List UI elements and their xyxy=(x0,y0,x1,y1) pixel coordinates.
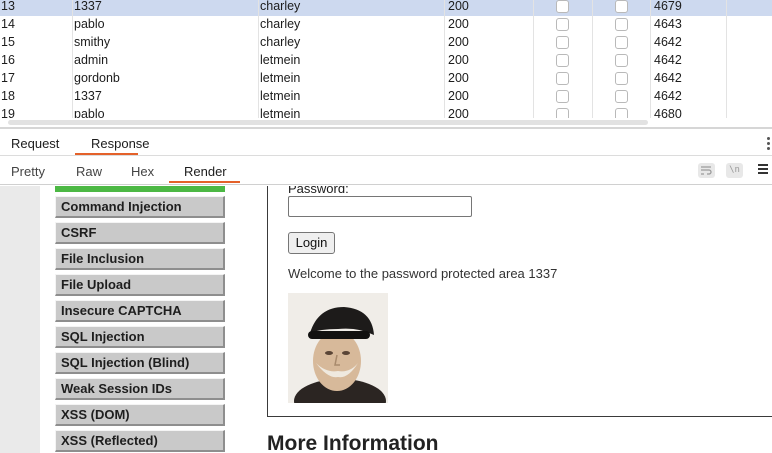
timeout-checkbox[interactable] xyxy=(615,90,628,103)
menu-item-xss-dom[interactable]: XSS (DOM) xyxy=(55,404,225,426)
error-checkbox[interactable] xyxy=(556,108,569,118)
more-options-icon[interactable] xyxy=(767,137,770,151)
menu-item-sql-injection-blind[interactable]: SQL Injection (Blind) xyxy=(55,352,225,374)
menu-item-csrf[interactable]: CSRF xyxy=(55,222,225,244)
table-row[interactable]: 13 1337 charley 200 4679 xyxy=(0,0,772,16)
row-length: 4642 xyxy=(654,71,682,85)
row-username: gordonb xyxy=(74,71,120,85)
row-password: charley xyxy=(260,17,301,31)
timeout-checkbox[interactable] xyxy=(615,108,628,118)
menu-item-sql-injection[interactable]: SQL Injection xyxy=(55,326,225,348)
row-username: pablo xyxy=(74,17,105,31)
row-length: 4680 xyxy=(654,107,682,118)
menu-item-insecure-captcha[interactable]: Insecure CAPTCHA xyxy=(55,300,225,322)
error-checkbox[interactable] xyxy=(556,0,569,13)
row-index: 17 xyxy=(1,71,15,85)
menu-item-command-injection[interactable]: Command Injection xyxy=(55,196,225,218)
more-information-heading: More Information xyxy=(267,432,439,453)
timeout-checkbox[interactable] xyxy=(615,54,628,67)
row-index: 19 xyxy=(1,107,15,118)
row-status: 200 xyxy=(448,0,469,13)
active-menu-item[interactable] xyxy=(55,186,225,192)
table-row[interactable]: 14 pablo charley 200 4643 xyxy=(0,16,772,34)
response-view-tabs: Pretty Raw Hex Render \n xyxy=(0,157,772,185)
row-length: 4679 xyxy=(654,0,682,13)
error-checkbox[interactable] xyxy=(556,90,569,103)
rendered-response: Command Injection CSRF File Inclusion File … xyxy=(0,186,772,453)
table-row[interactable]: 16 admin letmein 200 4642 xyxy=(0,52,772,70)
user-avatar-image xyxy=(288,293,388,403)
row-status: 200 xyxy=(448,17,469,31)
column-divider xyxy=(650,0,651,118)
login-button[interactable]: Login xyxy=(288,232,335,254)
row-username: 1337 xyxy=(74,0,102,13)
timeout-checkbox[interactable] xyxy=(615,18,628,31)
row-password: letmein xyxy=(260,107,301,118)
row-password: charley xyxy=(260,0,301,13)
scrollbar-thumb[interactable] xyxy=(8,120,648,125)
tab-render[interactable]: Render xyxy=(184,164,227,179)
row-password: letmein xyxy=(260,71,301,85)
row-length: 4642 xyxy=(654,53,682,67)
row-length: 4642 xyxy=(654,89,682,103)
table-row[interactable]: 18 1337 letmein 200 4642 xyxy=(0,88,772,106)
row-index: 13 xyxy=(1,0,15,13)
error-checkbox[interactable] xyxy=(556,54,569,67)
row-username: 1337 xyxy=(74,89,102,103)
column-divider xyxy=(533,0,534,118)
row-status: 200 xyxy=(448,35,469,49)
row-username: pablo xyxy=(74,107,105,118)
column-divider xyxy=(258,0,259,118)
wrap-lines-icon[interactable] xyxy=(698,163,715,178)
tab-response[interactable]: Response xyxy=(91,136,150,151)
menu-item-file-inclusion[interactable]: File Inclusion xyxy=(55,248,225,270)
hamburger-menu-icon[interactable] xyxy=(758,164,768,176)
timeout-checkbox[interactable] xyxy=(615,0,628,13)
tab-raw[interactable]: Raw xyxy=(76,164,102,179)
error-checkbox[interactable] xyxy=(556,36,569,49)
row-index: 18 xyxy=(1,89,15,103)
row-password: letmein xyxy=(260,53,301,67)
menu-item-file-upload[interactable]: File Upload xyxy=(55,274,225,296)
timeout-checkbox[interactable] xyxy=(615,72,628,85)
table-row[interactable]: 17 gordonb letmein 200 4642 xyxy=(0,70,772,88)
table-row[interactable]: 19 pablo letmein 200 4680 xyxy=(0,106,772,118)
tab-request[interactable]: Request xyxy=(11,136,59,151)
password-input[interactable] xyxy=(288,196,472,217)
column-divider xyxy=(592,0,593,118)
column-divider xyxy=(726,0,727,118)
active-tab-indicator xyxy=(75,153,138,155)
active-tab-indicator xyxy=(169,181,240,183)
row-index: 15 xyxy=(1,35,15,49)
menu-item-weak-session-ids[interactable]: Weak Session IDs xyxy=(55,378,225,400)
column-divider xyxy=(72,0,73,118)
row-length: 4642 xyxy=(654,35,682,49)
error-checkbox[interactable] xyxy=(556,72,569,85)
row-index: 14 xyxy=(1,17,15,31)
tab-hex[interactable]: Hex xyxy=(131,164,154,179)
password-label: Password: xyxy=(288,186,349,196)
error-checkbox[interactable] xyxy=(556,18,569,31)
menu-item-xss-reflected[interactable]: XSS (Reflected) xyxy=(55,430,225,452)
row-password: charley xyxy=(260,35,301,49)
row-status: 200 xyxy=(448,89,469,103)
row-username: admin xyxy=(74,53,109,67)
intruder-results-table[interactable]: 19 pablo letmein 200 4680 18 1337 letmein 200 464… xyxy=(0,0,772,118)
table-row[interactable]: 15 smithy charley 200 4642 xyxy=(0,34,772,52)
page-gutter xyxy=(0,186,40,453)
row-status: 200 xyxy=(448,53,469,67)
column-divider xyxy=(444,0,445,118)
request-response-tabs: Request Response xyxy=(0,129,772,156)
timeout-checkbox[interactable] xyxy=(615,36,628,49)
row-username: smithy xyxy=(74,35,111,49)
row-password: letmein xyxy=(260,89,301,103)
row-index: 16 xyxy=(1,53,15,67)
welcome-message: Welcome to the password protected area 1… xyxy=(288,266,558,281)
show-newlines-icon[interactable]: \n xyxy=(726,163,743,178)
tab-pretty[interactable]: Pretty xyxy=(11,164,45,179)
row-status: 200 xyxy=(448,71,469,85)
row-status: 200 xyxy=(448,107,469,118)
row-length: 4643 xyxy=(654,17,682,31)
